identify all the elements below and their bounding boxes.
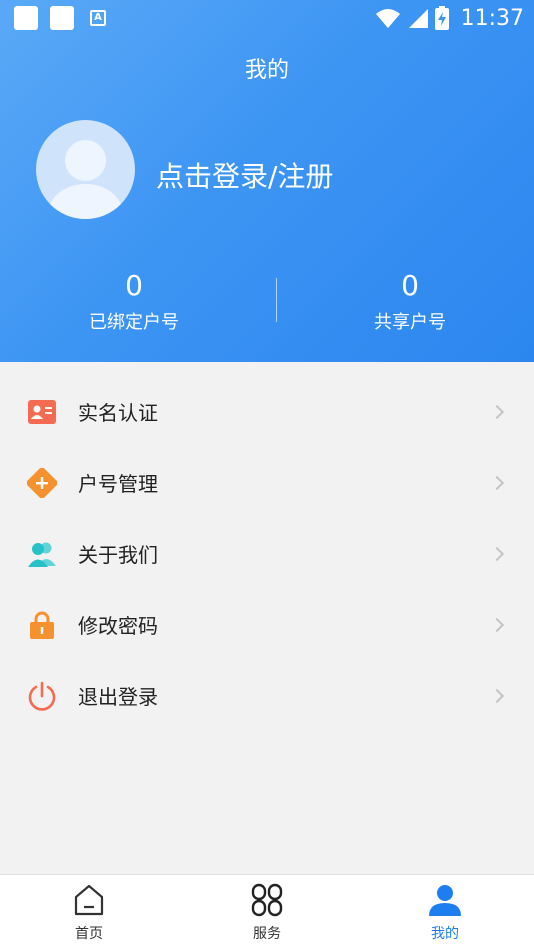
profile-page: A 11:37 我的 点击登录/注册 0 已绑定户号 0 共享户号 实名认证 户… (0, 0, 534, 950)
grid-icon (251, 883, 283, 917)
bottom-tab-bar: 首页 服务 我的 (0, 874, 534, 950)
profile-header: A 11:37 我的 点击登录/注册 0 已绑定户号 0 共享户号 (0, 0, 534, 362)
plus-diamond-icon (27, 467, 57, 498)
avatar-head (65, 140, 106, 181)
chevron-right-icon (489, 617, 505, 632)
avatar-body (48, 184, 123, 219)
tab-mine[interactable]: 我的 (385, 883, 505, 943)
chevron-right-icon (489, 688, 505, 703)
menu-item-label: 户号管理 (78, 472, 158, 496)
lock-icon (30, 611, 54, 639)
power-icon (28, 681, 56, 711)
shared-accounts-count: 0 (401, 269, 419, 302)
shared-accounts-label: 共享户号 (374, 312, 446, 333)
menu-item-about-us[interactable]: 关于我们 (0, 518, 534, 589)
menu-item-account-management[interactable]: 户号管理 (0, 447, 534, 518)
tab-label: 我的 (431, 926, 459, 942)
id-card-icon (28, 399, 56, 424)
notification-icon (14, 6, 38, 30)
tab-label: 服务 (253, 926, 281, 942)
status-bar: A 11:37 (0, 0, 534, 36)
bound-accounts-label: 已绑定户号 (89, 312, 179, 333)
battery-charging-icon (434, 6, 449, 30)
settings-menu: 实名认证 户号管理 关于我们 修改密码 退出登录 (0, 376, 534, 731)
menu-item-real-name-auth[interactable]: 实名认证 (0, 376, 534, 447)
tab-label: 首页 (75, 926, 103, 942)
stat-divider (276, 278, 277, 322)
tab-services[interactable]: 服务 (207, 883, 327, 943)
menu-item-label: 修改密码 (78, 614, 158, 638)
menu-item-change-password[interactable]: 修改密码 (0, 589, 534, 660)
menu-item-label: 实名认证 (78, 401, 158, 425)
shared-accounts-stat[interactable]: 0 共享户号 (310, 268, 510, 334)
users-icon (28, 542, 56, 567)
chevron-right-icon (489, 404, 505, 419)
keyboard-icon: A (90, 10, 106, 26)
chevron-right-icon (489, 546, 505, 561)
menu-item-logout[interactable]: 退出登录 (0, 660, 534, 731)
person-icon (429, 885, 461, 916)
bound-accounts-stat[interactable]: 0 已绑定户号 (34, 268, 234, 334)
login-register-link[interactable]: 点击登录/注册 (156, 155, 333, 195)
status-time: 11:37 (460, 5, 524, 31)
chevron-right-icon (489, 475, 505, 490)
notification-icon (50, 6, 74, 30)
wifi-icon (375, 9, 400, 28)
avatar[interactable] (36, 120, 135, 219)
home-icon (74, 884, 104, 916)
page-title: 我的 (244, 58, 289, 83)
bound-accounts-count: 0 (125, 269, 143, 302)
tab-home[interactable]: 首页 (29, 883, 149, 943)
menu-item-label: 关于我们 (78, 543, 158, 567)
menu-item-label: 退出登录 (78, 685, 158, 709)
signal-icon (408, 9, 428, 28)
